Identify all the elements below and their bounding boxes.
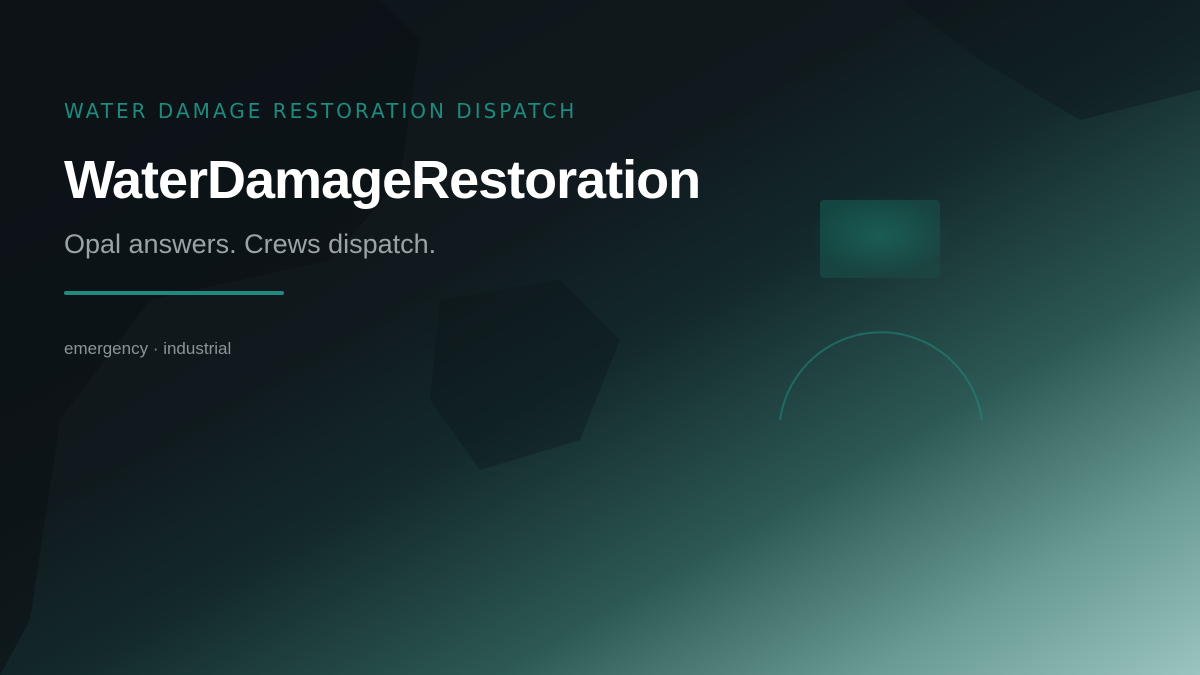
- eyebrow-label: WATER DAMAGE RESTORATION DISPATCH: [64, 99, 578, 123]
- hero-banner: WATER DAMAGE RESTORATION DISPATCH WaterD…: [0, 0, 1200, 675]
- accent-divider: [64, 291, 284, 295]
- hero-content: WATER DAMAGE RESTORATION DISPATCH WaterD…: [64, 96, 824, 361]
- tagline: Opal answers. Crews dispatch.: [64, 229, 437, 259]
- category-tags: emergency · industrial: [64, 339, 232, 358]
- page-title: WaterDamageRestoration: [64, 150, 701, 210]
